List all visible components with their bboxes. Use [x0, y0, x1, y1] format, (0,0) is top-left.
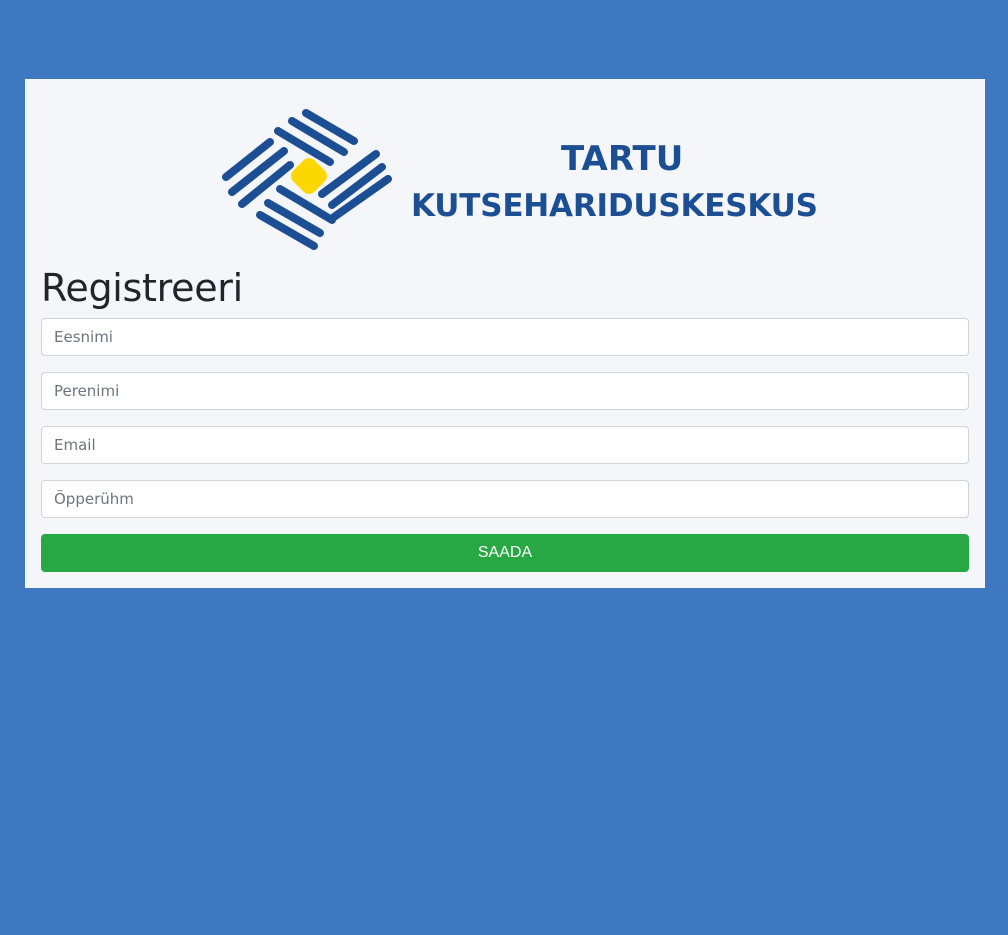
logo-text-kutsehariduskeskus: KUTSEHARIDUSKESKUS	[411, 188, 818, 224]
logo-text-tartu: TARTU	[561, 139, 684, 179]
submit-button[interactable]: SAADA	[41, 534, 969, 572]
page-title: Registreeri	[41, 266, 243, 310]
tartu-kutsehariduskeskus-logo: TARTU KUTSEHARIDUSKESKUS	[220, 107, 840, 252]
logo-text: TARTU KUTSEHARIDUSKESKUS	[411, 139, 818, 226]
last-name-input[interactable]	[41, 372, 969, 410]
logo-mark-icon	[222, 109, 392, 250]
email-input[interactable]	[41, 426, 969, 464]
first-name-input[interactable]	[41, 318, 969, 356]
study-group-input[interactable]	[41, 480, 969, 518]
registration-card: TARTU KUTSEHARIDUSKESKUS Registreeri SAA…	[25, 79, 985, 588]
